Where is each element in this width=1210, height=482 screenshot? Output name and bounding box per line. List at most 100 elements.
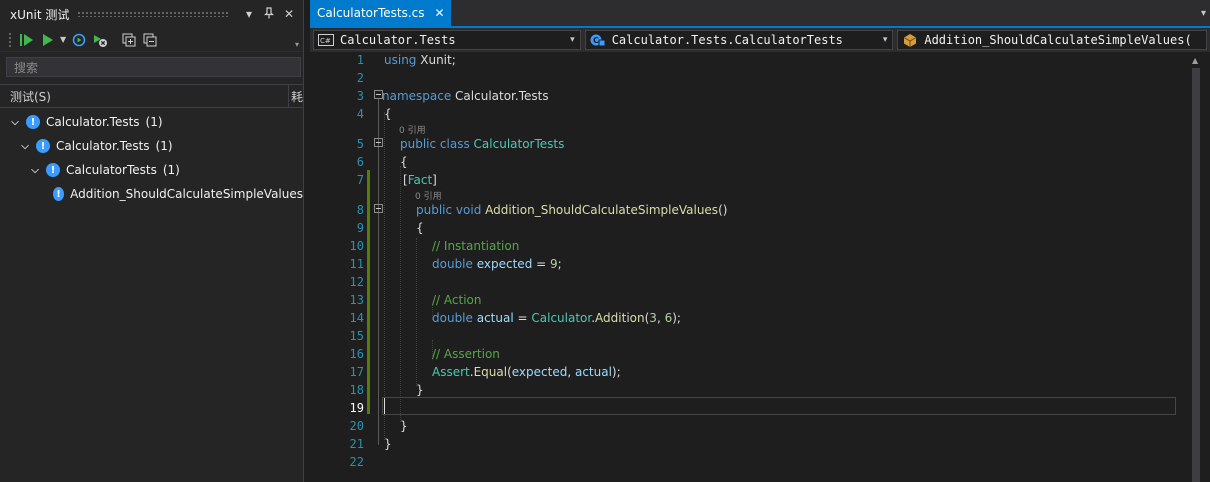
test-tree-count: (1) (145, 115, 163, 129)
code-token: 9 (550, 257, 558, 271)
code-line[interactable]: 15 (310, 327, 1190, 345)
test-tree-item[interactable]: ⌵! Calculator.Tests (1) (0, 110, 303, 134)
tab-calculatortests-cs[interactable]: CalculatorTests.cs ✕ (310, 0, 451, 26)
code-line[interactable]: 2 (310, 69, 1190, 87)
code-line[interactable]: 6{ (310, 153, 1190, 171)
class-icon: C (590, 33, 606, 47)
line-number: 15 (349, 329, 364, 343)
code-token: ); (611, 365, 621, 379)
test-tree-item[interactable]: ⌵! CalculatorTests (1) (0, 158, 303, 182)
warning-icon: ! (46, 163, 60, 177)
code-line[interactable]: 17 Assert.Equal(expected, actual); (310, 363, 1190, 381)
code-text: public void Addition_ShouldCalculateSimp… (416, 203, 727, 217)
code-token: } (416, 383, 424, 397)
code-token: ] (432, 173, 437, 187)
run-dropdown-icon[interactable]: ▼ (60, 35, 66, 44)
code-text: { (400, 155, 408, 169)
collapse-all-icon[interactable] (141, 31, 159, 49)
warning-icon: ! (26, 115, 40, 129)
close-icon[interactable]: ✕ (434, 6, 444, 20)
code-line[interactable]: 12 (310, 273, 1190, 291)
code-text: } (384, 437, 392, 451)
code-line[interactable]: 16 // Assertion (310, 345, 1190, 363)
cancel-run-icon[interactable] (91, 31, 109, 49)
code-text: public class CalculatorTests (400, 137, 564, 151)
line-number: 6 (356, 155, 364, 169)
navigation-bar: C# Calculator.Tests ▾ C Calculator.Tests… (310, 28, 1210, 52)
type-dropdown[interactable]: C Calculator.Tests.CalculatorTests ▾ (584, 30, 894, 50)
code-line[interactable]: 8 public void Addition_ShouldCalculateSim… (310, 201, 1190, 219)
code-token: } (384, 437, 392, 451)
line-number: 7 (356, 173, 364, 187)
code-token: Calculator (531, 311, 592, 325)
code-line[interactable]: 1 using Xunit; (310, 51, 1190, 69)
repeat-run-icon[interactable] (70, 31, 88, 49)
test-tree-item[interactable]: ! Addition_ShouldCalculateSimpleValues (0, 182, 303, 206)
scrollbar-thumb[interactable] (1192, 68, 1200, 482)
document-tab-strip: CalculatorTests.cs ✕ ▾ (310, 0, 1210, 28)
chevron-down-icon[interactable]: ⌵ (28, 165, 42, 176)
test-tree: ⌵! Calculator.Tests (1) ⌵! Calculator.Tests (… (0, 108, 303, 206)
code-line[interactable]: 9{ (310, 219, 1190, 237)
test-tree-item[interactable]: ⌵! Calculator.Tests (1) (0, 134, 303, 158)
codelens-references-method[interactable]: 0 引用 (415, 189, 442, 202)
expand-all-icon[interactable] (120, 31, 138, 49)
code-token: // Instantiation (432, 239, 520, 253)
code-token: // Action (432, 293, 482, 307)
run-all-icon[interactable] (18, 31, 36, 49)
code-line[interactable]: 20} (310, 417, 1190, 435)
code-token: Addition_ShouldCalculateSimpleValues (485, 203, 719, 217)
line-number: 3 (356, 89, 364, 103)
warning-icon: ! (36, 139, 50, 153)
column-header-duration[interactable]: 耗 (289, 88, 303, 105)
member-dropdown[interactable]: Addition_ShouldCalculateSimpleValues( (897, 30, 1208, 50)
chevron-down-icon[interactable]: ▾ (241, 7, 257, 21)
pin-icon[interactable] (261, 6, 277, 22)
code-line[interactable]: 7 [Fact] (310, 171, 1190, 189)
line-number: 10 (349, 239, 364, 253)
code-token: { (416, 221, 424, 235)
code-line[interactable]: 22 (310, 453, 1190, 471)
code-text-area[interactable]: 0 引用 0 引用 1 using Xunit; 2 3 namespace Calcu… (310, 50, 1210, 482)
code-text: // Action (432, 293, 481, 307)
test-tree-count: (1) (155, 139, 173, 153)
toolbar-overflow-icon[interactable]: ▾ (295, 40, 299, 49)
drag-grip[interactable] (77, 11, 229, 17)
code-line[interactable]: 14 double actual = Calculator.Addition(3,… (310, 309, 1190, 327)
search-input[interactable]: 搜索 (6, 57, 301, 77)
code-line[interactable]: 18} (310, 381, 1190, 399)
line-number: 13 (349, 293, 364, 307)
chevron-down-icon[interactable]: ⌵ (18, 141, 32, 152)
line-number: 12 (349, 275, 364, 289)
code-line[interactable]: 11 double expected = 9; (310, 255, 1190, 273)
scroll-up-icon[interactable]: ▲ (1192, 56, 1198, 65)
close-icon[interactable]: ✕ (281, 7, 297, 21)
line-number: 9 (356, 221, 364, 235)
code-line[interactable]: 13 // Action (310, 291, 1190, 309)
code-text: namespace Calculator.Tests (382, 89, 549, 103)
chevron-down-icon[interactable]: ▾ (1201, 8, 1206, 19)
test-tree-label: Calculator.Tests (46, 115, 140, 129)
code-text: { (416, 221, 424, 235)
toolbar-grip (8, 31, 12, 48)
code-line[interactable]: 3 namespace Calculator.Tests (310, 87, 1190, 105)
code-line[interactable]: 4{ (310, 105, 1190, 123)
codelens-references-class[interactable]: 0 引用 (399, 123, 426, 136)
code-line[interactable]: 19 (310, 399, 1190, 417)
line-number: 2 (356, 71, 364, 85)
code-line[interactable]: 21} (310, 435, 1190, 453)
code-text: // Instantiation (432, 239, 519, 253)
chevron-down-icon[interactable]: ⌵ (8, 117, 22, 128)
code-token: = (532, 257, 550, 271)
code-line[interactable]: 5 public class CalculatorTests (310, 135, 1190, 153)
code-token: Xunit; (416, 53, 456, 67)
test-tree-label: Addition_ShouldCalculateSimpleValues (70, 187, 303, 201)
code-line[interactable]: 10 // Instantiation (310, 237, 1190, 255)
line-number: 19 (349, 401, 364, 415)
run-icon[interactable] (39, 31, 57, 49)
line-number: 21 (349, 437, 364, 451)
test-tree-label: Calculator.Tests (56, 139, 150, 153)
vertical-scrollbar[interactable]: ▲ (1190, 52, 1202, 482)
column-header-tests[interactable]: 测试(S) (0, 85, 289, 107)
project-dropdown[interactable]: C# Calculator.Tests ▾ (313, 30, 581, 50)
